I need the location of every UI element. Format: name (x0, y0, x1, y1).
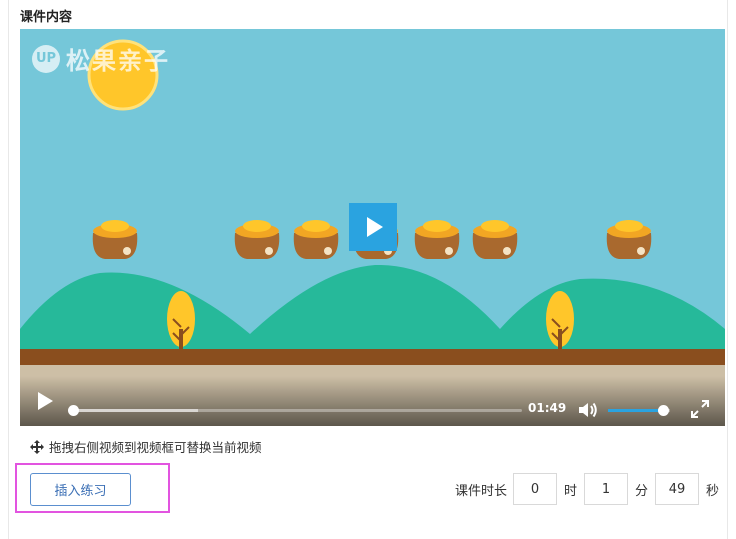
move-icon (30, 439, 44, 454)
progress-bar[interactable] (68, 405, 522, 416)
seconds-input[interactable] (655, 473, 700, 505)
time-display: 01:49 (528, 401, 567, 415)
course-duration: 课件时长 时 分 秒 (455, 472, 726, 506)
watermark-text: 松果亲子 (66, 47, 170, 75)
minutes-unit: 分 (635, 483, 649, 499)
big-play-button[interactable] (349, 203, 397, 251)
volume-level (608, 409, 663, 412)
section-title: 课件内容 (20, 10, 73, 25)
volume-knob[interactable] (657, 405, 669, 416)
watermark-logo: UP (32, 44, 60, 73)
hours-unit: 时 (564, 483, 578, 499)
progress-buffer (72, 409, 198, 412)
replace-video-hint: 拖拽右侧视频到视频框可替换当前视频 (30, 437, 262, 456)
progress-knob[interactable] (68, 405, 79, 416)
play-icon[interactable] (38, 392, 53, 410)
insert-exercise-button[interactable]: 插入练习 (30, 473, 131, 506)
hint-text: 拖拽右侧视频到视频框可替换当前视频 (49, 440, 262, 455)
minutes-input[interactable] (584, 473, 629, 505)
video-controls: 01:49 (20, 376, 725, 426)
ground (20, 349, 725, 365)
watermark: UP 松果亲子 (32, 41, 170, 76)
duration-label: 课件时长 (455, 483, 508, 499)
volume-icon[interactable] (577, 400, 599, 420)
play-icon (367, 217, 383, 237)
video-player[interactable]: UP 松果亲子 01:49 (20, 29, 725, 426)
volume-slider[interactable] (608, 405, 670, 416)
hours-input[interactable] (513, 473, 558, 505)
seconds-unit: 秒 (706, 483, 720, 499)
fullscreen-icon[interactable] (690, 399, 710, 419)
